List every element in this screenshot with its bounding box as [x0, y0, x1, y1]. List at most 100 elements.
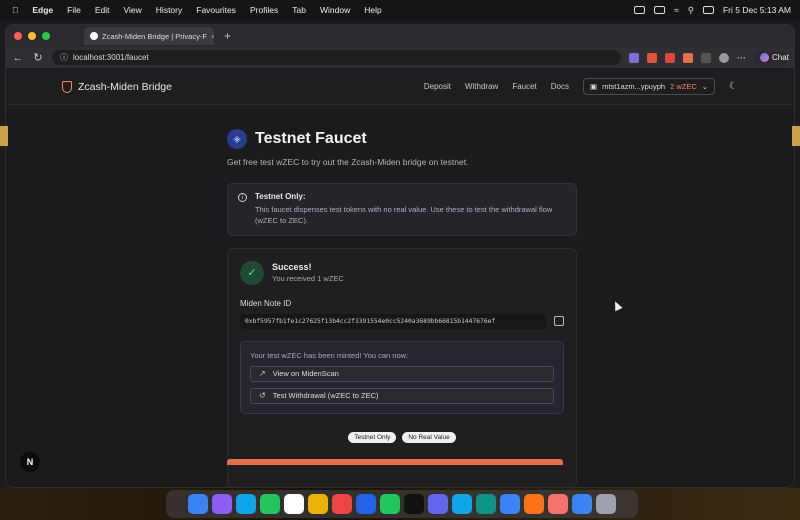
tab-title: Zcash-Miden Bridge | Privacy-F: [102, 31, 207, 41]
docker-icon[interactable]: [500, 494, 520, 514]
macos-menubar:  Edge File Edit View History Favourites…: [0, 0, 800, 20]
wallet-icon: ▣: [590, 82, 598, 91]
nav-deposit[interactable]: Deposit: [424, 82, 451, 91]
menu-app-name[interactable]: Edge: [32, 5, 53, 15]
no-real-value-badge: No Real Value: [402, 431, 456, 443]
zoom-window-button[interactable]: [42, 32, 50, 40]
tab-bar: Zcash-Miden Bridge | Privacy-F × +: [6, 25, 794, 47]
refresh-icon[interactable]: ↻: [32, 51, 44, 64]
menu-view[interactable]: View: [124, 5, 142, 15]
menu-file[interactable]: File: [67, 5, 81, 15]
menu-tab[interactable]: Tab: [292, 5, 306, 15]
view-on-midenscan-button[interactable]: ↗ View on MidenScan: [250, 365, 554, 382]
extension-icon[interactable]: [683, 52, 693, 63]
safari-icon[interactable]: [236, 494, 256, 514]
site-info-icon[interactable]: ⓘ: [60, 52, 68, 63]
faucet-drop-icon: ◈: [227, 129, 247, 149]
wallet-address: mtst1azm...ypuyph: [602, 82, 666, 91]
nav-docs[interactable]: Docs: [551, 82, 569, 91]
side-tab: [792, 126, 800, 146]
menu-history[interactable]: History: [156, 5, 182, 15]
notes-icon[interactable]: [308, 494, 328, 514]
url-field[interactable]: ⓘ localhost:3001/faucet: [52, 50, 621, 65]
facetime-icon[interactable]: [260, 494, 280, 514]
status-icon[interactable]: [634, 6, 646, 14]
test-withdrawal-button[interactable]: ↺ Test Withdrawal (wZEC to ZEC): [250, 387, 554, 404]
menu-help[interactable]: Help: [364, 5, 381, 15]
new-tab-icon[interactable]: +: [224, 29, 231, 43]
faucet-result-card: ✓ Success! You received 1 wZEC Miden Not…: [227, 247, 577, 487]
wallet-balance: 2 wZEC: [670, 82, 697, 91]
url-text: localhost:3001/faucet: [73, 53, 149, 62]
faucet-content: ◈ Testnet Faucet Get free test wZEC to t…: [227, 129, 577, 487]
notice-title: Testnet Only:: [255, 192, 306, 201]
extension-icon[interactable]: [701, 52, 711, 63]
check-circle-icon: ✓: [240, 260, 264, 285]
menu-profiles[interactable]: Profiles: [250, 5, 278, 15]
copilot-icon: [760, 53, 769, 62]
discord-icon[interactable]: [428, 494, 448, 514]
clock[interactable]: Fri 5 Dec 5:13 AM: [723, 5, 791, 15]
menu-favourites[interactable]: Favourites: [196, 5, 236, 15]
docker-icon[interactable]: [572, 494, 592, 514]
copy-icon[interactable]: [554, 316, 564, 327]
apple-icon[interactable]: : [12, 5, 18, 15]
shield-icon: [62, 80, 72, 93]
app-icon[interactable]: [332, 494, 352, 514]
control-center-icon[interactable]: [702, 6, 714, 14]
extension-icon[interactable]: [629, 52, 639, 63]
back-icon[interactable]: ←: [12, 52, 24, 64]
calendar-icon[interactable]: [284, 494, 304, 514]
brand[interactable]: Zcash-Miden Bridge: [62, 80, 172, 93]
vscode-icon[interactable]: [356, 494, 376, 514]
menu-window[interactable]: Window: [320, 5, 350, 15]
wifi-icon[interactable]: ≈: [674, 5, 679, 15]
close-tab-icon[interactable]: ×: [211, 32, 214, 41]
nextjs-dev-badge[interactable]: N: [20, 452, 40, 472]
note-id-label: Miden Note ID: [240, 298, 292, 308]
more-menu-icon[interactable]: ···: [737, 53, 746, 63]
midenscan-label: View on MidenScan: [272, 369, 339, 379]
browser-window: Zcash-Miden Bridge | Privacy-F × + ← ↻ ⓘ…: [5, 24, 795, 488]
app-icon[interactable]: [548, 494, 568, 514]
theme-toggle-moon-icon[interactable]: ☾: [729, 81, 738, 92]
extensions: ··· Chat: [629, 50, 789, 65]
nav-withdraw[interactable]: Withdraw: [465, 82, 498, 91]
page-title: Testnet Faucet: [255, 130, 367, 147]
favicon-icon: [90, 32, 98, 40]
success-title: Success!: [272, 262, 312, 273]
next-steps-panel: Your test wZEC has been minted! You can …: [240, 340, 564, 414]
copilot-label: Chat: [772, 52, 789, 62]
whatsapp-icon[interactable]: [380, 494, 400, 514]
info-icon: i: [238, 193, 247, 202]
telegram-icon[interactable]: [452, 494, 472, 514]
finder-icon[interactable]: [188, 494, 208, 514]
external-link-icon: ↗: [259, 369, 266, 379]
request-button-edge[interactable]: [227, 459, 563, 465]
postman-icon[interactable]: [524, 494, 544, 514]
testnet-notice: i Testnet Only: This faucet dispenses te…: [227, 183, 577, 236]
close-window-button[interactable]: [14, 32, 22, 40]
edge-icon[interactable]: [476, 494, 496, 514]
menu-edit[interactable]: Edit: [95, 5, 110, 15]
copilot-chat-button[interactable]: Chat: [754, 50, 789, 65]
terminal-icon[interactable]: [404, 494, 424, 514]
extension-icon[interactable]: [665, 52, 675, 63]
success-text: You received 1 wZEC: [272, 274, 344, 284]
brand-name: Zcash-Miden Bridge: [78, 80, 172, 93]
browser-tab[interactable]: Zcash-Miden Bridge | Privacy-F ×: [84, 27, 214, 45]
address-bar: ← ↻ ⓘ localhost:3001/faucet ··· Chat: [6, 47, 794, 69]
side-tab: [0, 126, 8, 146]
profile-avatar[interactable]: [719, 52, 729, 63]
status-icon[interactable]: [654, 6, 666, 14]
nav-faucet[interactable]: Faucet: [512, 82, 536, 91]
search-icon[interactable]: ⚲: [688, 5, 694, 16]
launchpad-icon[interactable]: [212, 494, 232, 514]
wallet-button[interactable]: ▣ mtst1azm...ypuyph 2 wZEC ⌄: [583, 78, 716, 95]
withdrawal-label: Test Withdrawal (wZEC to ZEC): [272, 391, 379, 401]
chevron-down-icon: ⌄: [701, 82, 709, 91]
extension-icon[interactable]: [647, 52, 657, 63]
trash-icon[interactable]: [596, 494, 616, 514]
minimize-window-button[interactable]: [28, 32, 36, 40]
note-id-value[interactable]: 0xbf5957fb1fe1c27625f13b4cc2f3391554e0cc…: [240, 313, 546, 329]
